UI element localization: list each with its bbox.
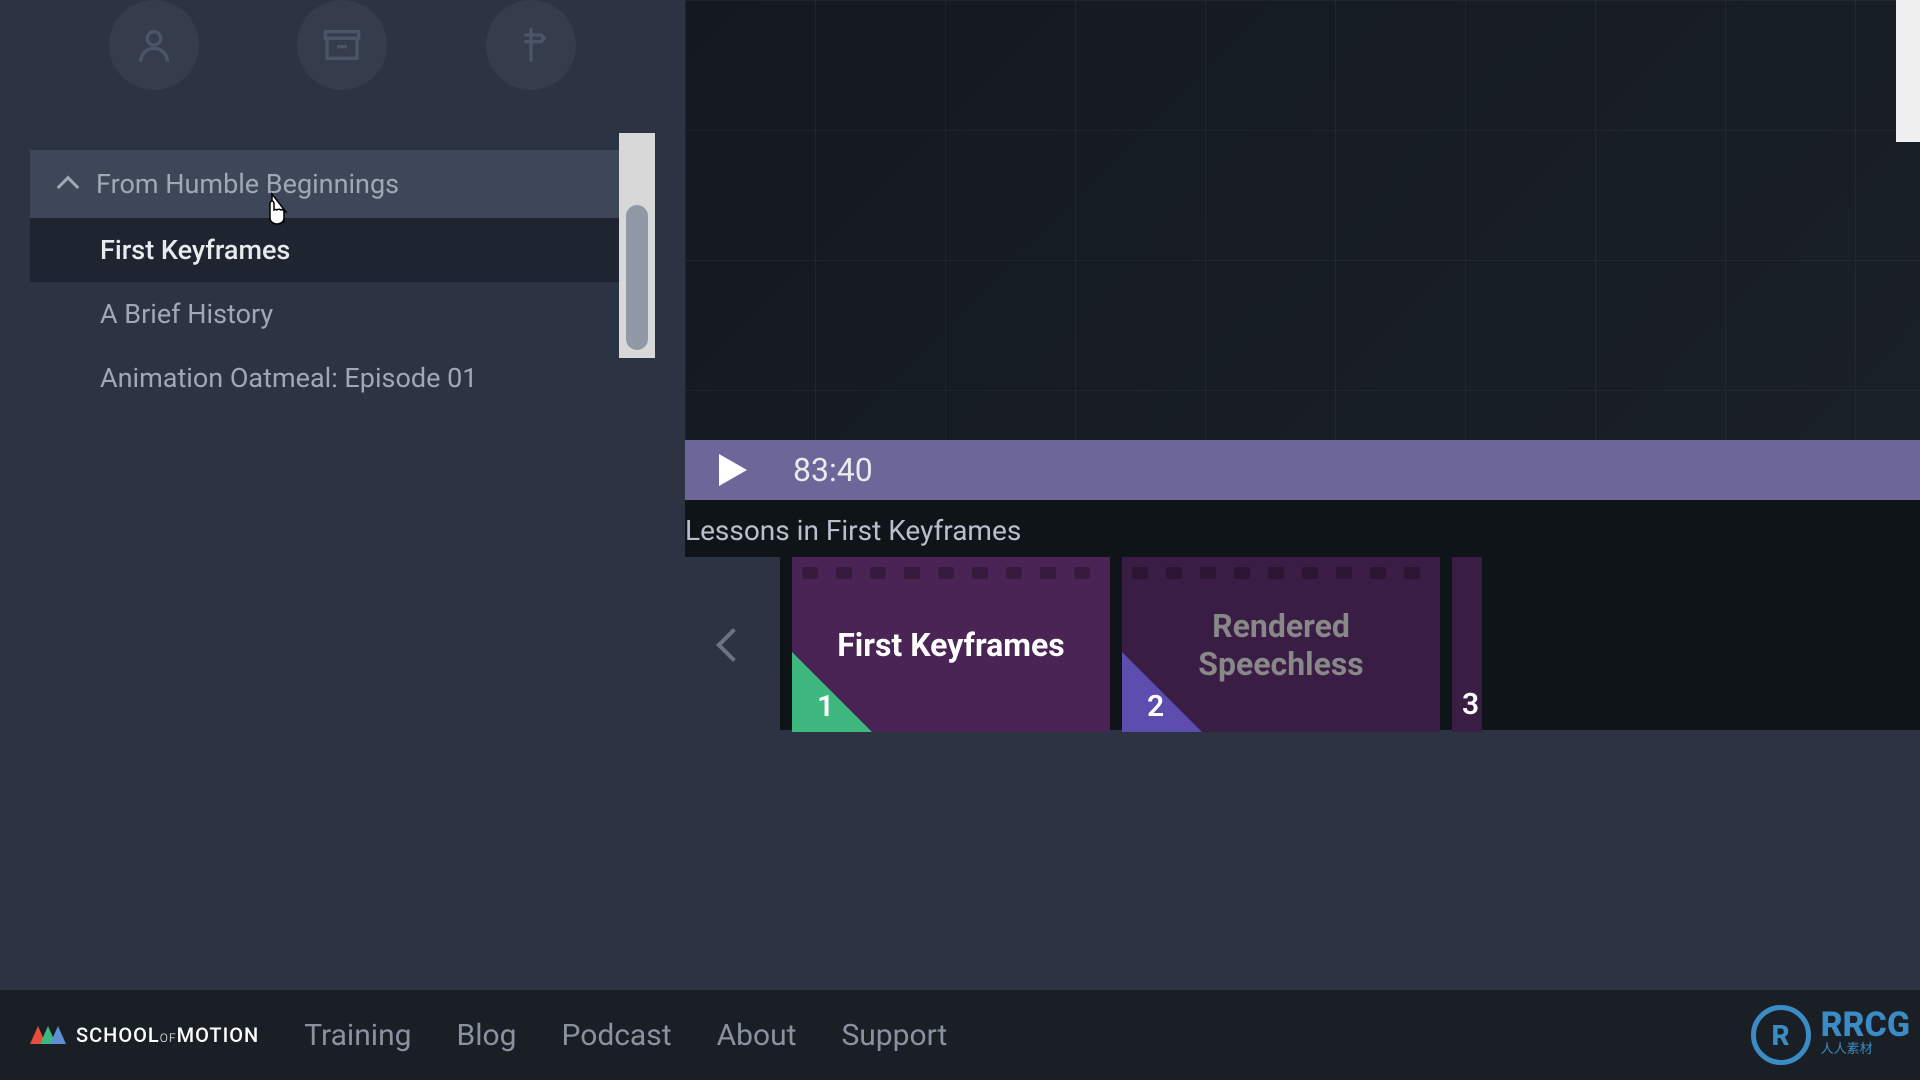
archive-icon[interactable] (297, 0, 387, 90)
player-controls: 83:40 (685, 440, 1920, 500)
sidebar-item-brief-history[interactable]: A Brief History (30, 282, 655, 346)
top-icons (0, 0, 685, 150)
play-button[interactable] (685, 440, 775, 500)
chevron-left-icon (716, 628, 750, 662)
sidebar-item-animation-oatmeal[interactable]: Animation Oatmeal: Episode 01 (30, 346, 655, 410)
main-container: From Humble Beginnings First Keyframes A… (0, 0, 1920, 730)
lessons-carousel: 1 First Keyframes 2 Rendered Speechless … (685, 557, 1920, 732)
watermark: R RRCG 人人素材 (1751, 1005, 1910, 1065)
lessons-label: Lessons in First Keyframes (685, 500, 1920, 557)
video-player[interactable]: EK (685, 0, 1920, 440)
signpost-icon[interactable] (486, 0, 576, 90)
sidebar-item-first-keyframes[interactable]: First Keyframes (30, 218, 655, 282)
lesson-number: 1 (792, 689, 834, 732)
brand-logo[interactable]: SCHOOLOFMOTION (30, 1023, 259, 1047)
lesson-card-3[interactable]: 3 (1452, 557, 1482, 732)
watermark-logo-icon: R (1751, 1005, 1811, 1065)
section-title: From Humble Beginnings (96, 168, 399, 200)
lesson-number: 2 (1122, 689, 1164, 732)
sidebar: From Humble Beginnings First Keyframes A… (0, 0, 685, 730)
footer-link-podcast[interactable]: Podcast (561, 1018, 671, 1053)
footer-link-support[interactable]: Support (841, 1018, 947, 1053)
footer-link-training[interactable]: Training (304, 1018, 411, 1053)
carousel-prev-button[interactable] (685, 557, 780, 732)
section-header[interactable]: From Humble Beginnings (30, 150, 655, 218)
lesson-card-2[interactable]: 2 Rendered Speechless (1122, 557, 1440, 732)
video-title-card: EK (1896, 0, 1920, 142)
lesson-card-1[interactable]: 1 First Keyframes (792, 557, 1110, 732)
chevron-up-icon (57, 175, 80, 198)
scrollbar-thumb[interactable] (626, 205, 648, 350)
logo-icon (30, 1026, 66, 1044)
lesson-number: 3 (1462, 687, 1479, 722)
grid-overlay (685, 0, 1920, 440)
footer: SCHOOLOFMOTION Training Blog Podcast Abo… (0, 990, 1920, 1080)
watermark-text: RRCG (1821, 1013, 1910, 1039)
video-timestamp: 83:40 (775, 451, 873, 489)
content-area: EK 83:40 Lessons in First Keyframes 1 Fi… (685, 0, 1920, 730)
profile-icon[interactable] (109, 0, 199, 90)
footer-link-about[interactable]: About (717, 1018, 797, 1053)
lesson-list: From Humble Beginnings First Keyframes A… (30, 150, 655, 410)
footer-link-blog[interactable]: Blog (457, 1018, 517, 1053)
play-icon (719, 454, 747, 486)
